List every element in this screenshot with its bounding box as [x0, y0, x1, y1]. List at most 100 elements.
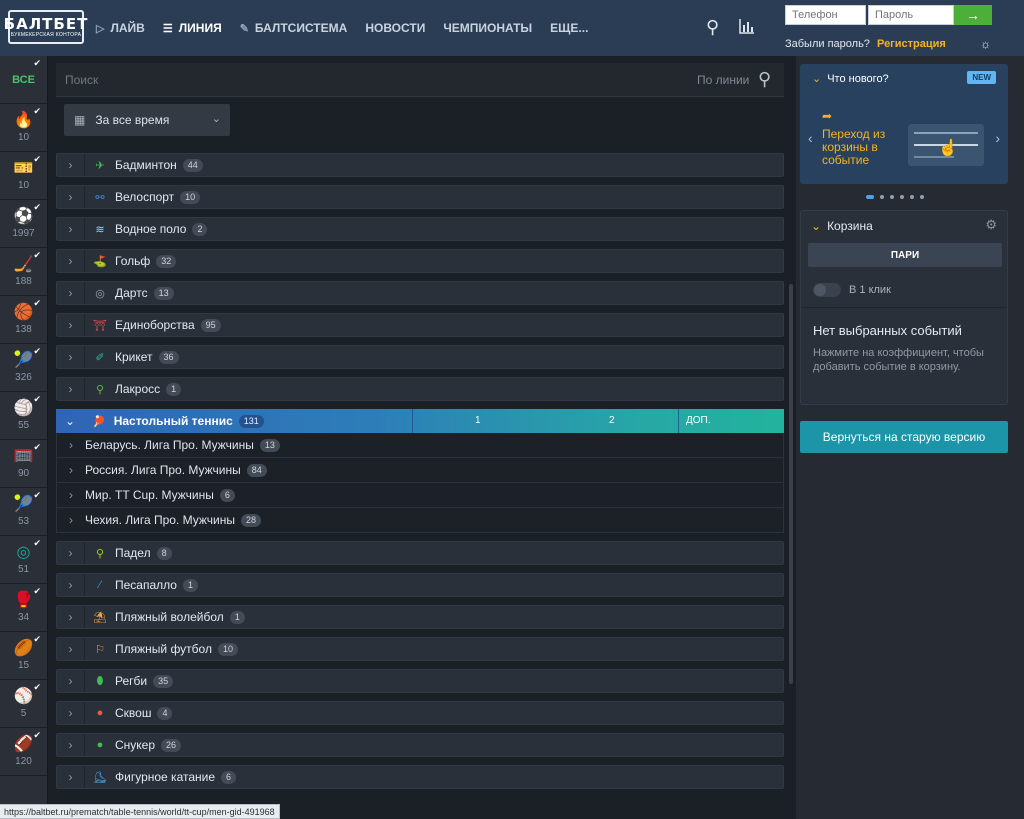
chevron-right-icon[interactable]: › [57, 670, 85, 692]
sport-row[interactable]: › ✈ Бадминтон 44 [56, 153, 784, 177]
period-dropdown[interactable]: ▦ За все время ⌄ [64, 104, 230, 136]
chevron-left-icon[interactable]: ‹ [808, 130, 813, 146]
sport-row[interactable]: › ⛱ Пляжный волейбол 1 [56, 605, 784, 629]
carousel-dot[interactable] [910, 195, 914, 199]
sport-row[interactable]: › ≋ Водное поло 2 [56, 217, 784, 241]
sidebar-sport-item[interactable]: ✔ ⚾ 5 [0, 680, 47, 728]
chevron-right-icon[interactable]: › [57, 574, 85, 596]
sport-row[interactable]: › ⁄ Песапалло 1 [56, 573, 784, 597]
sidebar-sport-item[interactable]: ✔ 🎾 53 [0, 488, 47, 536]
sidebar-sport-item[interactable]: ✔ 🏀 138 [0, 296, 47, 344]
sidebar-sport-item[interactable]: ✔ ◎ 51 [0, 536, 47, 584]
status-bar-url: https://baltbet.ru/prematch/table-tennis… [0, 804, 280, 819]
chevron-right-icon[interactable]: › [57, 606, 85, 628]
carousel-dot[interactable] [890, 195, 894, 199]
logo[interactable]: БАЛТБЕТ БУКМЕКЕРСКАЯ КОНТОРА [4, 10, 87, 44]
sport-row[interactable]: › ⛳ Гольф 32 [56, 249, 784, 273]
forgot-password-link[interactable]: Забыли пароль? [785, 38, 870, 50]
password-input[interactable] [868, 5, 954, 25]
carousel-dot-active[interactable] [866, 195, 874, 199]
stats-icon[interactable] [738, 17, 756, 39]
sidebar-sport-item[interactable]: ✔ 🎫 10 [0, 152, 47, 200]
register-link[interactable]: Регистрация [877, 38, 946, 50]
chevron-right-icon[interactable]: › [57, 378, 85, 400]
nav-line-label: ЛИНИЯ [178, 21, 222, 35]
login-button[interactable]: → [954, 5, 992, 25]
sidebar-sport-item[interactable]: ✔ 🥅 90 [0, 440, 47, 488]
whats-new-card[interactable]: ⌄ Что нового? NEW ‹ › ➦ Переход из корзи… [800, 64, 1008, 184]
chevron-right-icon[interactable]: › [57, 542, 85, 564]
search-icon[interactable]: ⚲ [706, 17, 719, 38]
sidebar-sport-item[interactable]: ✔ 🎾 326 [0, 344, 47, 392]
chevron-right-icon[interactable]: › [57, 438, 85, 452]
sidebar-sport-item[interactable]: ✔ 🏒 188 [0, 248, 47, 296]
sport-row[interactable]: › ✐ Крикет 36 [56, 345, 784, 369]
chevron-right-icon[interactable]: › [57, 218, 85, 240]
chevron-right-icon[interactable]: › [57, 346, 85, 368]
search-bar[interactable]: Поиск По линии ⚲ [56, 63, 784, 97]
scrollbar[interactable] [789, 284, 793, 684]
nav-line[interactable]: ☰ ЛИНИЯ [163, 21, 222, 35]
chevron-right-icon[interactable]: › [57, 734, 85, 756]
sport-row[interactable]: › ◎ Дартс 13 [56, 281, 784, 305]
sport-row[interactable]: › ⬮ Регби 35 [56, 669, 784, 693]
league-row[interactable]: › Беларусь. Лига Про. Мужчины 13 [56, 433, 784, 458]
chevron-right-icon[interactable]: › [57, 250, 85, 272]
sport-row[interactable]: › ● Сквош 4 [56, 701, 784, 725]
chevron-right-icon[interactable]: › [57, 282, 85, 304]
nav-baltsystem[interactable]: ✎ БАЛТСИСТЕМА [240, 21, 348, 35]
check-icon: ✔ [33, 490, 41, 500]
chevron-right-icon[interactable]: › [57, 766, 85, 788]
sport-name: Единоборства [115, 318, 195, 332]
search-icon[interactable]: ⚲ [758, 69, 771, 90]
league-row[interactable]: › Чехия. Лига Про. Мужчины 28 [56, 508, 784, 533]
sport-icon: 🏈 [13, 735, 34, 753]
chevron-down-icon[interactable]: ⌄ [56, 414, 84, 428]
sport-row[interactable]: › ⛩ Единоборства 95 [56, 313, 784, 337]
chevron-right-icon[interactable]: › [57, 513, 85, 527]
whats-new-header[interactable]: ⌄ Что нового? [812, 72, 889, 86]
pari-tab[interactable]: ПАРИ [808, 243, 1002, 267]
nav-live[interactable]: ▷ ЛАЙВ [96, 21, 145, 35]
sport-row[interactable]: › ⚲ Лакросс 1 [56, 377, 784, 401]
check-icon: ✔ [33, 538, 41, 548]
carousel-dot[interactable] [920, 195, 924, 199]
sport-row[interactable]: › ⚲ Падел 8 [56, 541, 784, 565]
chevron-right-icon[interactable]: › [57, 638, 85, 660]
chevron-right-icon[interactable]: › [57, 463, 85, 477]
sport-row[interactable]: › ⚯ Велоспорт 10 [56, 185, 784, 209]
nav-championships[interactable]: ЧЕМПИОНАТЫ [443, 21, 532, 35]
nav-news[interactable]: НОВОСТИ [365, 21, 425, 35]
sidebar-sport-item[interactable]: ✔ 🏈 120 [0, 728, 47, 776]
sport-row-expanded[interactable]: ⌄ 🏓 Настольный теннис 131 1 2 ДОП. [56, 409, 784, 433]
count-badge: 8 [156, 546, 172, 560]
phone-input[interactable] [785, 5, 866, 25]
chevron-right-icon[interactable]: › [57, 702, 85, 724]
sidebar-sport-item[interactable]: ✔ 🥊 34 [0, 584, 47, 632]
sidebar-sport-item[interactable]: ✔ 🔥 10 [0, 104, 47, 152]
bet-slip-header[interactable]: ⌄ Корзина [811, 219, 873, 233]
gear-icon[interactable]: ⚙ [985, 217, 997, 233]
old-version-button[interactable]: Вернуться на старую версию [800, 421, 1008, 453]
chevron-right-icon[interactable]: › [57, 314, 85, 336]
sport-row[interactable]: › ● Снукер 26 [56, 733, 784, 757]
sport-row[interactable]: › ⛸ Фигурное катание 6 [56, 765, 784, 789]
league-row[interactable]: › Россия. Лига Про. Мужчины 84 [56, 458, 784, 483]
count-badge: 10 [180, 190, 201, 204]
theme-toggle-icon[interactable]: ☼ [980, 37, 991, 51]
carousel-dot[interactable] [880, 195, 884, 199]
sidebar-sport-item[interactable]: ✔ ⚽ 1997 [0, 200, 47, 248]
chevron-right-icon[interactable]: › [995, 130, 1000, 146]
chevron-right-icon[interactable]: › [57, 154, 85, 176]
sidebar-sport-item[interactable]: ✔ 🏉 15 [0, 632, 47, 680]
nav-more[interactable]: ЕЩЕ... [550, 21, 588, 35]
league-row[interactable]: › Мир. TT Cup. Мужчины 6 [56, 483, 784, 508]
search-input[interactable]: Поиск [65, 73, 98, 87]
sidebar-item-all[interactable]: ✔ ВСЕ [0, 56, 47, 104]
sport-row[interactable]: › ⚐ Пляжный футбол 10 [56, 637, 784, 661]
sidebar-sport-item[interactable]: ✔ 🏐 55 [0, 392, 47, 440]
carousel-dot[interactable] [900, 195, 904, 199]
chevron-right-icon[interactable]: › [57, 488, 85, 502]
chevron-right-icon[interactable]: › [57, 186, 85, 208]
one-click-toggle[interactable] [813, 283, 841, 297]
